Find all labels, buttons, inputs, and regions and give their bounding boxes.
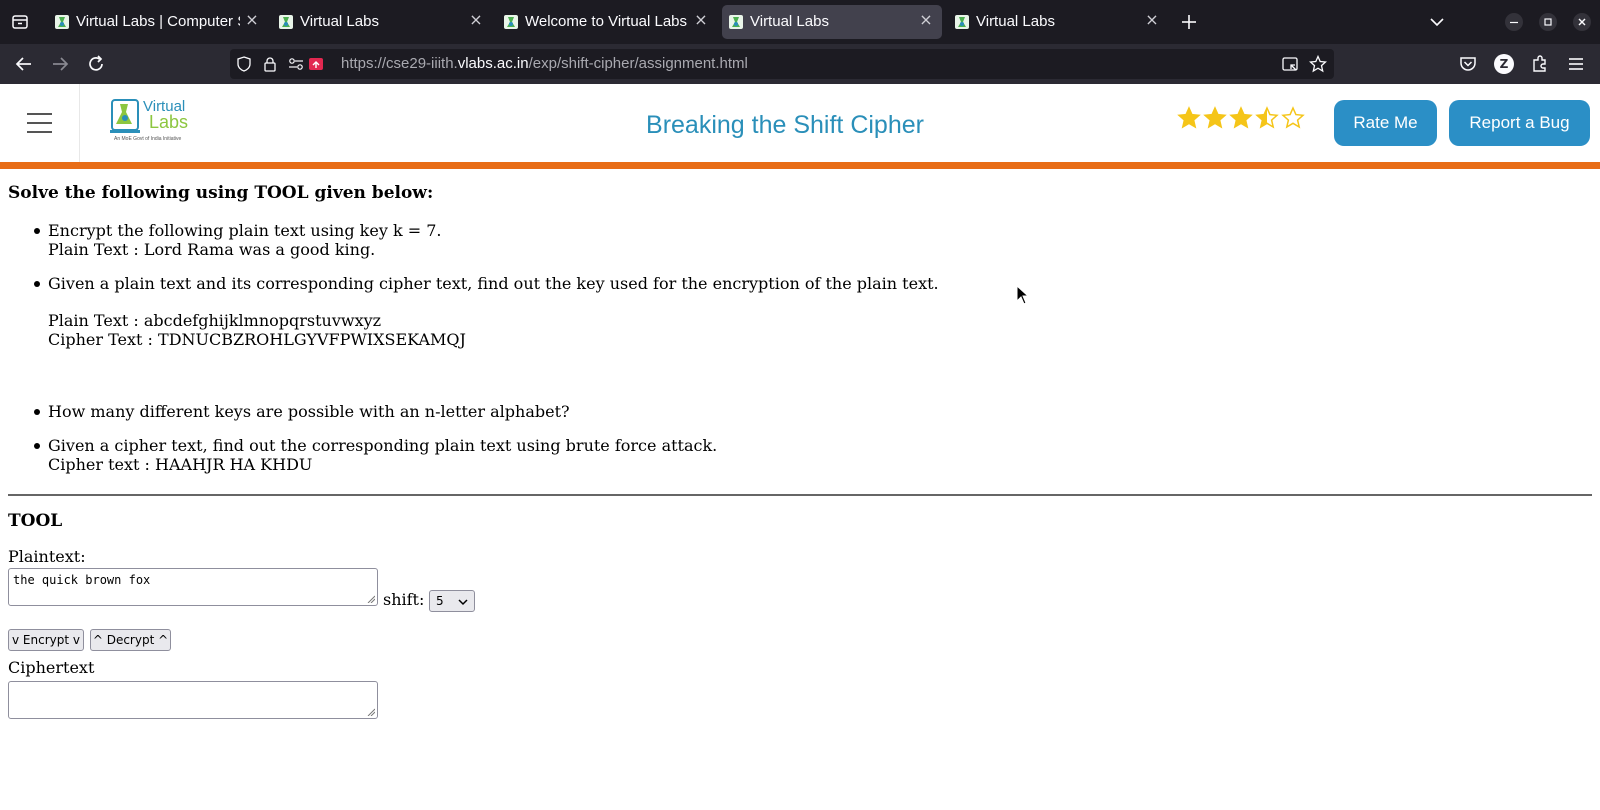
vlabs-favicon-icon xyxy=(729,15,743,29)
minimize-icon[interactable] xyxy=(1505,13,1523,31)
star-empty-icon[interactable] xyxy=(1281,106,1305,130)
virtual-labs-logo[interactable]: Virtual Labs An MoE Govt of India Initia… xyxy=(110,96,200,144)
encrypt-button[interactable]: v Encrypt v xyxy=(8,629,84,651)
header-accent-bar xyxy=(0,162,1600,169)
rate-me-button[interactable]: Rate Me xyxy=(1334,100,1437,146)
vlabs-favicon-icon xyxy=(55,15,69,29)
reload-icon[interactable] xyxy=(86,54,106,74)
chevron-down-icon xyxy=(458,599,468,606)
vlabs-favicon-icon xyxy=(955,15,969,29)
bullet-marker xyxy=(34,409,40,415)
url-text[interactable]: https://cse29-iiith.vlabs.ac.in/exp/shif… xyxy=(341,55,748,72)
shift-label: shift: xyxy=(383,590,425,609)
close-tab-icon[interactable]: × xyxy=(244,12,260,28)
ciphertext-output[interactable] xyxy=(8,681,378,719)
shift-value: 5 xyxy=(436,594,444,608)
bookmark-star-icon[interactable] xyxy=(1309,55,1327,73)
hamburger-menu-icon[interactable] xyxy=(0,84,80,162)
account-avatar-icon[interactable]: Z xyxy=(1494,54,1514,74)
item-4-line-2: Cipher text : HAAHJR HA KHDU xyxy=(48,455,313,474)
star-full-icon[interactable] xyxy=(1203,106,1227,130)
ciphertext-label: Ciphertext xyxy=(8,658,95,677)
tab-title: Virtual Labs xyxy=(750,13,829,30)
firefox-view-icon[interactable] xyxy=(11,13,29,31)
list-all-tabs-icon[interactable] xyxy=(1429,16,1445,28)
reader-view-icon[interactable] xyxy=(1282,56,1298,72)
item-4-line-1: Given a cipher text, find out the corres… xyxy=(48,436,718,455)
close-tab-icon[interactable]: × xyxy=(1144,12,1160,28)
bullet-marker xyxy=(34,228,40,234)
star-half-icon[interactable] xyxy=(1255,106,1279,130)
tab-2[interactable]: Virtual Labs × xyxy=(272,5,491,39)
tab-4-active[interactable]: Virtual Labs × xyxy=(722,5,942,39)
mouse-cursor-icon xyxy=(1016,285,1030,305)
plaintext-value: the quick brown fox xyxy=(13,573,151,587)
tool-heading: TOOL xyxy=(8,511,63,531)
logo-tagline: An MoE Govt of India Initiative xyxy=(114,136,182,142)
item-3-line-1: How many different keys are possible wit… xyxy=(48,402,570,421)
plaintext-input[interactable]: the quick brown fox xyxy=(8,568,378,606)
instruction-heading: Solve the following using TOOL given bel… xyxy=(8,183,434,203)
url-prefix: https://cse29-iiith. xyxy=(341,55,458,72)
resize-grip-icon[interactable] xyxy=(367,595,375,603)
logo-line-labs: Labs xyxy=(149,112,189,132)
vlabs-favicon-icon xyxy=(504,15,518,29)
close-tab-icon[interactable]: × xyxy=(918,12,934,28)
item-1-line-1: Encrypt the following plain text using k… xyxy=(48,221,442,240)
bullet-marker xyxy=(34,281,40,287)
resize-grip-icon[interactable] xyxy=(367,708,375,716)
tracking-protection-shield-icon[interactable] xyxy=(236,56,252,72)
pocket-icon[interactable] xyxy=(1458,54,1478,74)
lock-icon[interactable] xyxy=(262,56,278,72)
back-arrow-icon[interactable] xyxy=(14,54,34,74)
tab-strip: Virtual Labs | Computer S × Virtual Labs… xyxy=(0,0,1600,44)
item-2-line-3: Cipher Text : TDNUCBZROHLGYVFPWIXSEKAMQJ xyxy=(48,330,466,349)
tab-1[interactable]: Virtual Labs | Computer S × xyxy=(48,5,266,39)
restore-icon[interactable] xyxy=(1539,13,1557,31)
account-initial: Z xyxy=(1499,57,1509,71)
navigation-toolbar: https://cse29-iiith.vlabs.ac.in/exp/shif… xyxy=(0,44,1600,84)
close-tab-icon[interactable]: × xyxy=(693,12,709,28)
close-tab-icon[interactable]: × xyxy=(468,12,484,28)
tab-5[interactable]: Virtual Labs × xyxy=(948,5,1167,39)
url-path: /exp/shift-cipher/assignment.html xyxy=(528,55,748,72)
star-full-icon[interactable] xyxy=(1177,106,1201,130)
close-window-icon[interactable] xyxy=(1573,13,1591,31)
page-title: Breaking the Shift Cipher xyxy=(646,111,924,139)
extensions-puzzle-icon[interactable] xyxy=(1530,54,1550,74)
item-1-line-2: Plain Text : Lord Rama was a good king. xyxy=(48,240,376,259)
item-2-line-1: Given a plain text and its corresponding… xyxy=(48,274,939,293)
horizontal-divider xyxy=(8,494,1592,496)
star-rating[interactable] xyxy=(1177,106,1305,134)
shift-select[interactable]: 5 xyxy=(429,590,475,612)
tab-3[interactable]: Welcome to Virtual Labs × xyxy=(497,5,716,39)
tab-title: Virtual Labs xyxy=(976,13,1055,30)
app-menu-icon[interactable] xyxy=(1566,54,1586,74)
forward-arrow-icon[interactable] xyxy=(50,54,70,74)
url-host: vlabs.ac.in xyxy=(457,55,529,72)
permissions-icon[interactable] xyxy=(288,57,304,71)
tab-title: Welcome to Virtual Labs xyxy=(525,13,688,30)
star-full-icon[interactable] xyxy=(1229,106,1253,130)
decrypt-button[interactable]: ^ Decrypt ^ xyxy=(90,629,171,651)
item-2-line-2: Plain Text : abcdefghijklmnopqrstuvwxyz xyxy=(48,311,382,330)
tab-title: Virtual Labs | Computer S xyxy=(76,13,240,30)
address-bar[interactable]: https://cse29-iiith.vlabs.ac.in/exp/shif… xyxy=(230,49,1334,79)
tab-title: Virtual Labs xyxy=(300,13,379,30)
bullet-marker xyxy=(34,443,40,449)
plaintext-label: Plaintext: xyxy=(8,547,86,566)
vlabs-favicon-icon xyxy=(279,15,293,29)
site-header: Virtual Labs An MoE Govt of India Initia… xyxy=(0,84,1600,162)
blocked-popup-icon[interactable] xyxy=(308,57,324,71)
report-bug-button[interactable]: Report a Bug xyxy=(1449,100,1590,146)
new-tab-icon[interactable] xyxy=(1181,14,1197,30)
